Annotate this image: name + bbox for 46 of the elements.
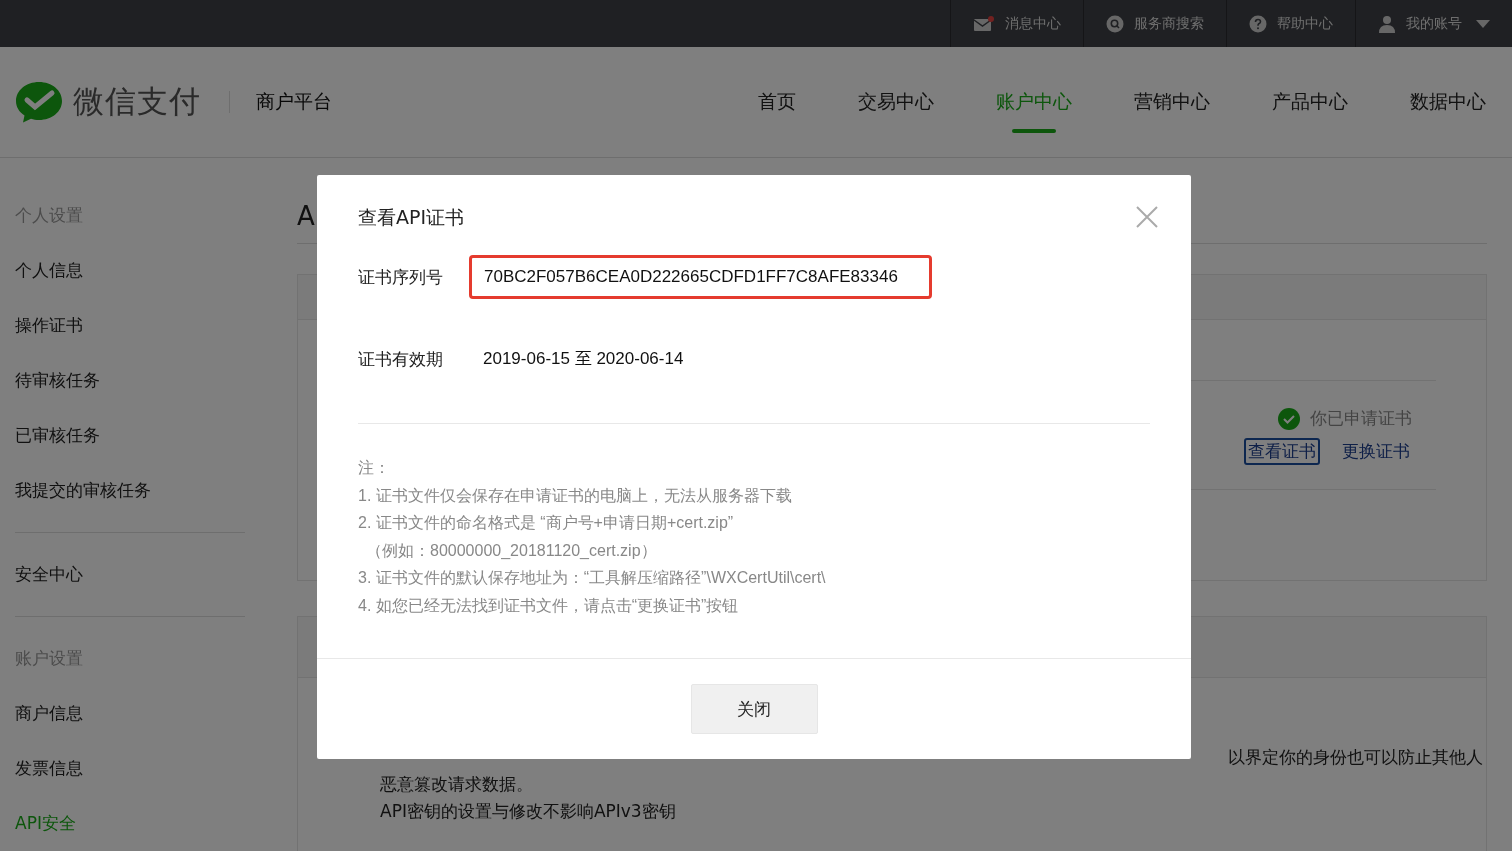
sidebar-item[interactable]: 商户信息 [15,686,83,741]
mail-icon [973,15,995,32]
note-text: （例如：80000000_20181120_cert.zip） [365,540,658,561]
view-cert-link[interactable]: 查看证书 [1244,438,1320,465]
note-text: 3. 证书文件的默认保存地址为：“工具解压缩路径”\WXCertUtil\cert\ [358,568,827,588]
sidebar-item[interactable]: 操作证书 [15,298,83,353]
sidebar-item[interactable]: 已审核任务 [15,408,100,463]
notice-text: 以界定你的身份也可以防止其他人 [1228,746,1483,769]
search-icon [1106,14,1124,33]
top-bar-link[interactable]: 我的账号 [1355,0,1512,47]
nav-tab[interactable]: 产品中心 [1266,67,1354,137]
close-button[interactable]: 关闭 [690,684,818,734]
brand-name: 微信支付 [73,82,201,121]
note-text: 4. 如您已经无法找到证书文件，请点击“更换证书”按钮 [358,595,740,616]
field-value: 2019-06-15 至 2020-06-14 [482,348,685,370]
field-value: 70BC2F057B6CEA0D222665CDFD1FF7C8AFE83346 [469,255,932,299]
page-title: A [297,200,315,231]
user-icon [1378,14,1396,33]
field-label: 证书有效期 [358,347,444,371]
top-bar-link[interactable]: 服务商搜索 [1083,0,1226,47]
nav-tab[interactable]: 首页 [752,67,802,137]
note-text: 2. 证书文件的命名格式是 “商户号+申请日期+cert.zip” [358,513,735,533]
sidebar-item[interactable]: 安全中心 [15,547,83,602]
top-bar-link[interactable]: 帮助中心 [1226,0,1355,47]
sidebar-item[interactable]: 我提交的审核任务 [15,463,151,518]
note-text: 1. 证书文件仅会保存在申请证书的电脑上，无法从服务器下载 [358,485,793,506]
status-text: 你已申请证书 [1310,407,1412,430]
sidebar-item[interactable]: 个人信息 [15,243,83,298]
dialog-title: 查看API证书 [358,205,465,230]
nav-tab[interactable]: 交易中心 [852,67,940,137]
caret-icon [1476,19,1490,28]
nav-tab[interactable]: 营销中心 [1128,67,1216,137]
check-icon [1278,407,1300,430]
replace-cert-link[interactable]: 更换证书 [1340,438,1412,465]
nav-tab[interactable]: 数据中心 [1404,67,1492,137]
top-bar-link[interactable]: 消息中心 [950,0,1083,47]
notice-text: 恶意篡改请求数据。 [380,773,533,796]
field-label: 证书序列号 [358,265,444,289]
logo-icon [15,81,63,123]
note-text: 注： [358,458,391,478]
sidebar-item[interactable]: 待审核任务 [15,353,100,408]
sidebar-item[interactable]: 发票信息 [15,741,83,796]
close-icon[interactable] [1135,205,1159,229]
help-icon [1249,14,1267,33]
notice-text: API密钥的设置与修改不影响APIv3密钥 [380,800,676,823]
platform-title: 商户平台 [256,89,332,114]
